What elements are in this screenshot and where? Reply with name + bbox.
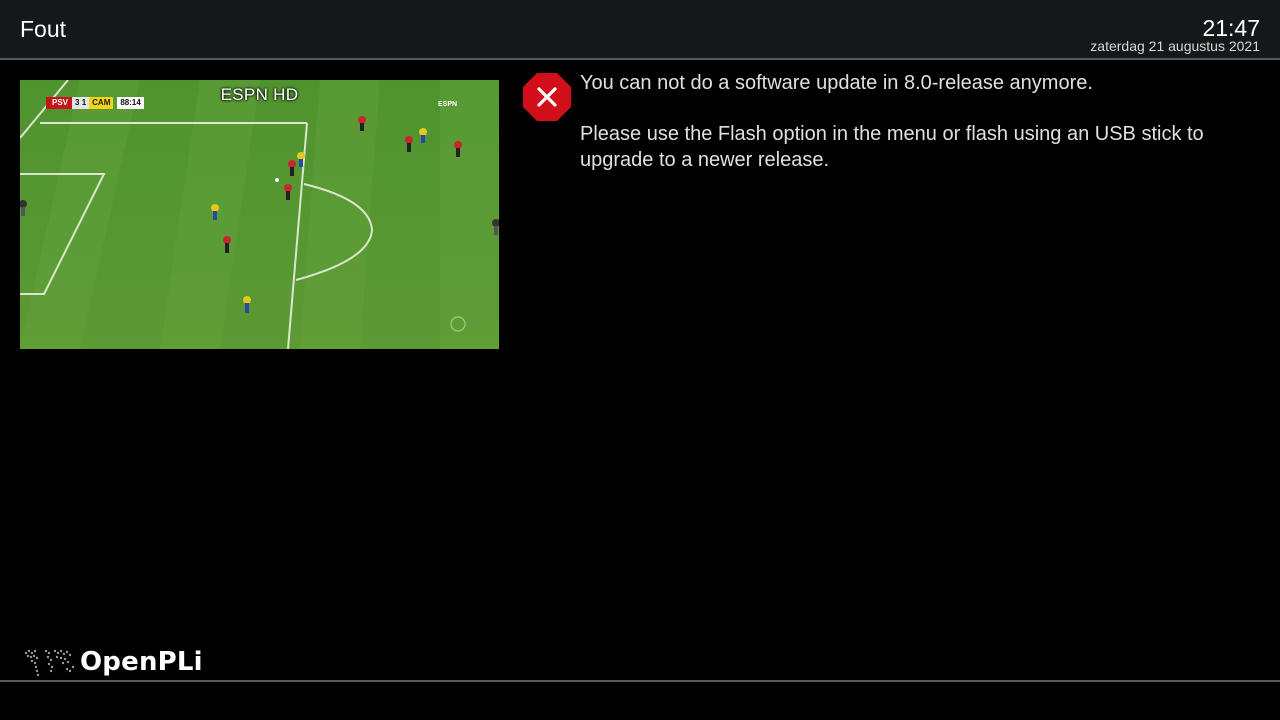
- window-title: Fout: [20, 16, 67, 42]
- home-team: PSV: [46, 97, 73, 109]
- date-label: zaterdag 21 augustus 2021: [1090, 38, 1260, 54]
- header-divider: [0, 58, 1280, 60]
- away-team: CAM: [89, 97, 114, 109]
- error-x-icon: [523, 73, 571, 121]
- broadcaster-logo: ESPN: [438, 101, 458, 108]
- match-time: 88:14: [117, 97, 144, 109]
- title-bar: Fout 21:47 zaterdag 21 augustus 2021: [0, 0, 1280, 58]
- scorebug: PSV 3 1 CAM 88:14: [46, 97, 144, 109]
- football-pitch-video: [20, 80, 499, 349]
- message-line-1: You can not do a software update in 8.0-…: [580, 72, 1093, 94]
- message-line-2: Please use the Flash option in the menu …: [580, 123, 1204, 171]
- logo-text: OpenPLi: [80, 647, 203, 677]
- world-map-icon: [24, 649, 75, 677]
- tv-preview-window: ESPN HD PSV 3 1 CAM 88:14 ESPN: [20, 80, 499, 349]
- footer-divider: [0, 680, 1280, 682]
- openpli-logo: OpenPLi: [22, 644, 203, 680]
- error-message: You can not do a software update in 8.0-…: [580, 71, 1260, 199]
- score: 3 1: [72, 97, 90, 109]
